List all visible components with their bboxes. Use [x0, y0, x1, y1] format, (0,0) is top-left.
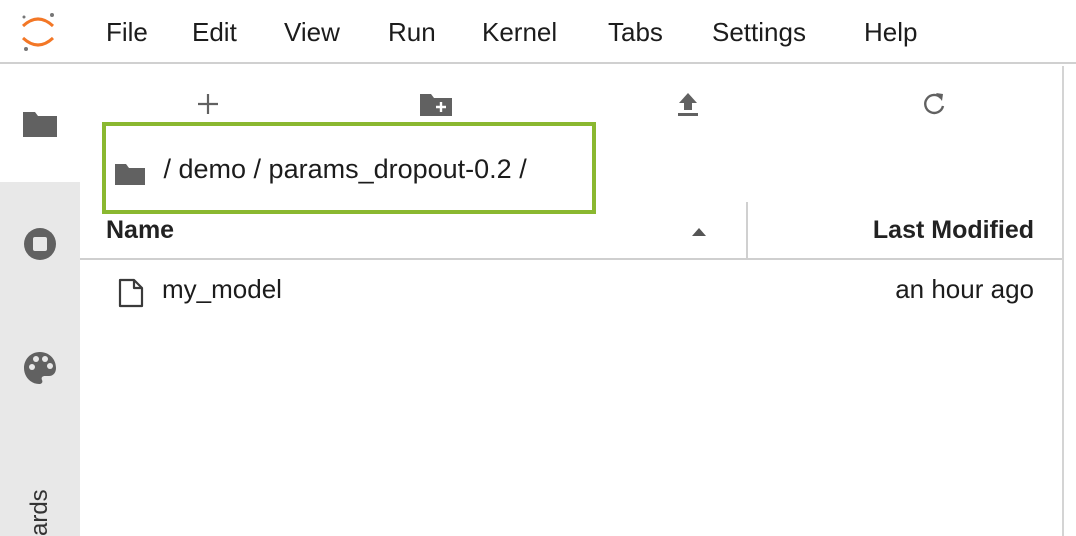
upload-button[interactable] — [668, 86, 708, 122]
column-header-name[interactable]: Name — [106, 216, 174, 245]
menu-settings[interactable]: Settings — [712, 17, 806, 48]
menu-help[interactable]: Help — [864, 17, 917, 48]
menu-run[interactable]: Run — [388, 17, 436, 48]
file-name[interactable]: my_model — [162, 274, 282, 305]
panel-divider[interactable] — [1062, 66, 1064, 536]
new-folder-icon — [420, 94, 452, 116]
plus-icon — [198, 94, 218, 114]
file-icon — [118, 278, 144, 308]
breadcrumb[interactable]: / demo / params_dropout-0.2 / — [156, 154, 527, 185]
folder-icon[interactable] — [114, 162, 146, 186]
new-launcher-button[interactable] — [188, 86, 228, 122]
column-header-last-modified[interactable]: Last Modified — [873, 216, 1034, 245]
jupyter-logo-icon[interactable] — [18, 10, 58, 54]
refresh-icon — [924, 93, 945, 115]
folder-icon — [23, 112, 57, 137]
file-browser-panel: / demo / params_dropout-0.2 / Name Last … — [80, 66, 1064, 536]
upload-icon — [678, 93, 698, 116]
column-divider[interactable] — [746, 202, 748, 258]
left-sidebar: ards — [0, 66, 80, 536]
file-last-modified: an hour ago — [895, 274, 1034, 304]
menu-view[interactable]: View — [284, 17, 340, 48]
sidebar-tab-label[interactable]: ards — [26, 489, 54, 536]
menu-bar: File Edit View Run Kernel Tabs Settings … — [0, 0, 1076, 64]
running-icon[interactable] — [22, 226, 58, 262]
sort-ascending-icon — [692, 228, 706, 236]
sidebar-tab-file-browser[interactable] — [0, 66, 80, 182]
new-folder-button[interactable] — [416, 86, 456, 122]
menu-tabs[interactable]: Tabs — [608, 17, 663, 48]
palette-icon[interactable] — [22, 350, 58, 386]
menu-kernel[interactable]: Kernel — [482, 17, 557, 48]
menu-file[interactable]: File — [106, 17, 148, 48]
menu-edit[interactable]: Edit — [192, 17, 237, 48]
refresh-button[interactable] — [914, 86, 954, 122]
